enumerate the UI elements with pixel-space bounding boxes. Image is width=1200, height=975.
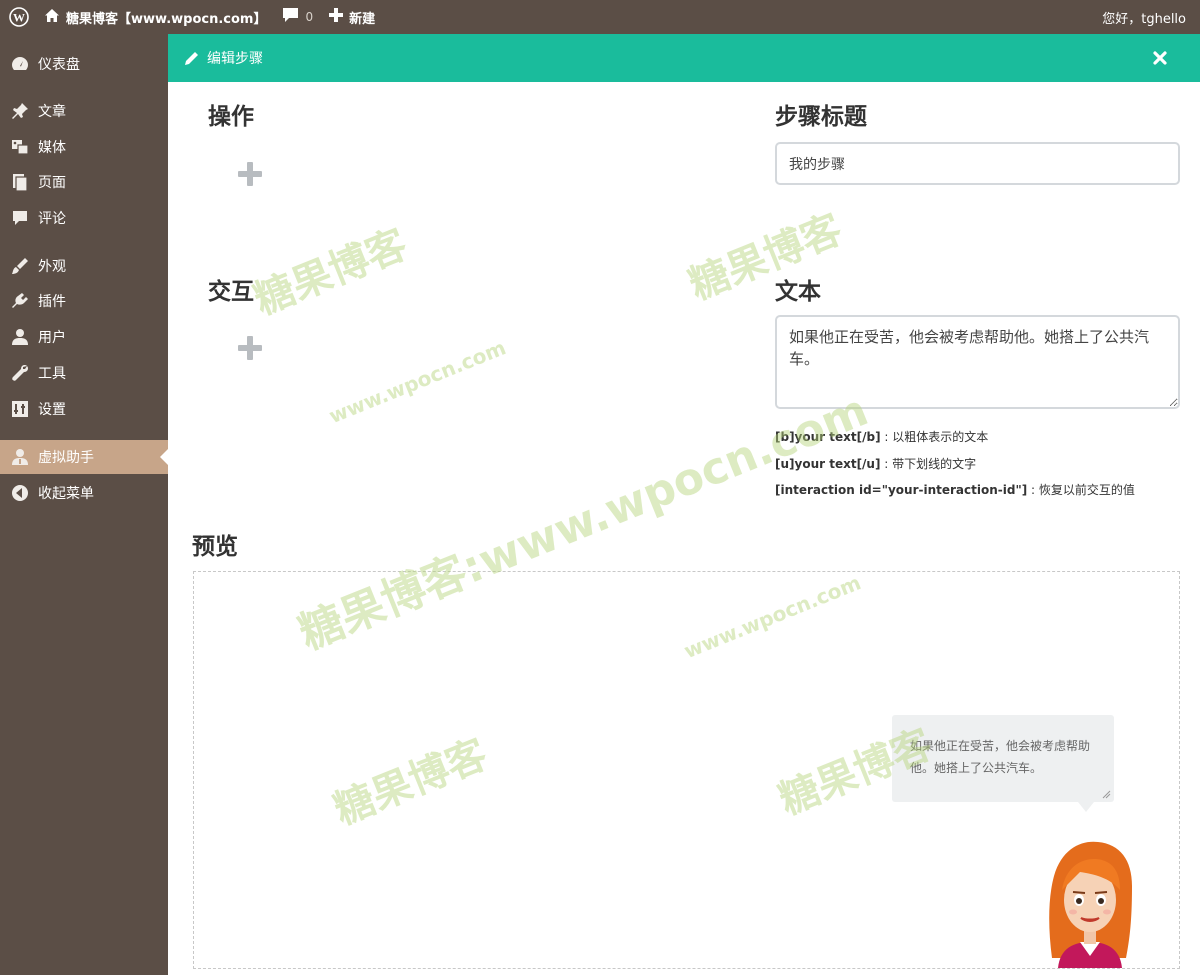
pages-icon	[10, 172, 30, 192]
svg-text:W: W	[13, 11, 25, 25]
sidebar-item-tools[interactable]: 工具	[0, 356, 168, 390]
watermark-brand: 糖果博客	[682, 206, 849, 310]
comments-count: 0	[305, 10, 314, 24]
sidebar-item-media[interactable]: 媒体	[0, 130, 168, 164]
sidebar-item-label: 媒体	[38, 140, 66, 156]
step-text-textarea[interactable]: 如果他正在受苦，他会被考虑帮助他。她搭上了公共汽车。	[775, 315, 1180, 409]
new-label: 新建	[349, 11, 376, 27]
interactions-heading: 交互	[208, 279, 254, 305]
sidebar-item-pages[interactable]: 页面	[0, 165, 168, 199]
preview-heading: 预览	[192, 534, 238, 560]
sidebar-item-plugins[interactable]: 插件	[0, 284, 168, 318]
actions-heading: 操作	[208, 104, 254, 130]
sidebar-item-dashboard[interactable]: 仪表盘	[0, 47, 168, 81]
comment-bubble-icon	[282, 7, 299, 27]
site-name-label: 糖果博客【www.wpocn.com】	[66, 11, 267, 27]
admin-bar: W 糖果博客【www.wpocn.com】 0 新建 您好，tghello	[0, 0, 1200, 34]
sidebar-item-settings[interactable]: 设置	[0, 392, 168, 426]
sidebar-item-posts[interactable]: 文章	[0, 94, 168, 128]
hint-description: : 恢复以前交互的值	[1027, 483, 1135, 497]
plus-icon	[329, 8, 344, 26]
tools-icon	[10, 363, 30, 383]
pin-icon	[10, 101, 30, 121]
sidebar-item-virtual-assistant[interactable]: 虚拟助手	[0, 440, 168, 474]
new-content-link[interactable]: 新建	[321, 0, 383, 34]
sidebar-item-label: 工具	[38, 366, 66, 382]
text-heading: 文本	[775, 279, 821, 305]
hint-description: : 带下划线的文字	[880, 457, 977, 471]
collapse-icon	[10, 483, 30, 503]
sidebar-item-label: 页面	[38, 175, 66, 191]
step-title-heading: 步骤标题	[775, 104, 867, 130]
sidebar-item-label: 仪表盘	[38, 57, 80, 73]
sidebar-item-label: 评论	[38, 211, 66, 227]
sidebar-item-users[interactable]: 用户	[0, 320, 168, 354]
comments-icon	[10, 208, 30, 228]
admin-sidebar: 仪表盘 文章 媒体 页面 评论 外观 插件 用户 工具 设置 虚拟助手 收起菜单	[0, 34, 168, 975]
sidebar-item-label: 设置	[38, 402, 66, 418]
step-title-input[interactable]	[775, 142, 1180, 185]
resize-handle-icon[interactable]	[1101, 789, 1111, 799]
interaction-syntax-hint: [interaction id="your-interaction-id"] :…	[775, 481, 1135, 498]
plus-icon	[238, 336, 262, 360]
sidebar-item-appearance[interactable]: 外观	[0, 249, 168, 283]
modal-title: 编辑步骤	[207, 51, 263, 67]
watermark-url: www.wpocn.com	[325, 335, 510, 429]
preview-bubble-text: 如果他正在受苦，他会被考虑帮助他。她搭上了公共汽车。	[910, 739, 1091, 775]
sidebar-item-label: 文章	[38, 104, 66, 120]
sidebar-item-label: 外观	[38, 259, 66, 275]
sidebar-item-label: 收起菜单	[38, 486, 94, 502]
comments-link[interactable]: 0	[274, 0, 321, 34]
user-greeting[interactable]: 您好，tghello	[1094, 0, 1200, 34]
site-name-link[interactable]: 糖果博客【www.wpocn.com】	[36, 0, 274, 34]
hint-code: [u]your text[/u]	[775, 457, 881, 471]
sidebar-item-label: 虚拟助手	[38, 450, 94, 466]
media-icon	[10, 137, 30, 157]
add-action-button[interactable]	[237, 161, 263, 187]
close-icon[interactable]	[1150, 48, 1170, 68]
sidebar-item-label: 插件	[38, 294, 66, 310]
sidebar-item-comments[interactable]: 评论	[0, 201, 168, 235]
add-interaction-button[interactable]	[237, 335, 263, 361]
hint-code: [b]your text[/b]	[775, 430, 881, 444]
dashboard-icon	[10, 54, 30, 74]
underline-syntax-hint: [u]your text[/u] : 带下划线的文字	[775, 455, 976, 472]
settings-icon	[10, 399, 30, 419]
preview-speech-bubble: 如果他正在受苦，他会被考虑帮助他。她搭上了公共汽车。	[892, 715, 1114, 812]
users-icon	[10, 327, 30, 347]
assistant-icon	[10, 447, 30, 467]
plus-icon	[238, 162, 262, 186]
appearance-icon	[10, 256, 30, 276]
assistant-avatar	[1049, 841, 1132, 968]
watermark-brand: 糖果博客	[247, 221, 414, 325]
home-icon	[44, 8, 60, 27]
plugins-icon	[10, 291, 30, 311]
wordpress-logo-icon[interactable]: W	[0, 0, 36, 34]
sidebar-item-label: 用户	[38, 330, 66, 346]
hint-code: [interaction id="your-interaction-id"]	[775, 483, 1028, 497]
bold-syntax-hint: [b]your text[/b] : 以粗体表示的文本	[775, 428, 988, 445]
hint-description: : 以粗体表示的文本	[880, 430, 989, 444]
sidebar-item-collapse-menu[interactable]: 收起菜单	[0, 476, 168, 510]
edit-step-header: 编辑步骤	[168, 34, 1200, 82]
pencil-icon	[184, 51, 199, 66]
